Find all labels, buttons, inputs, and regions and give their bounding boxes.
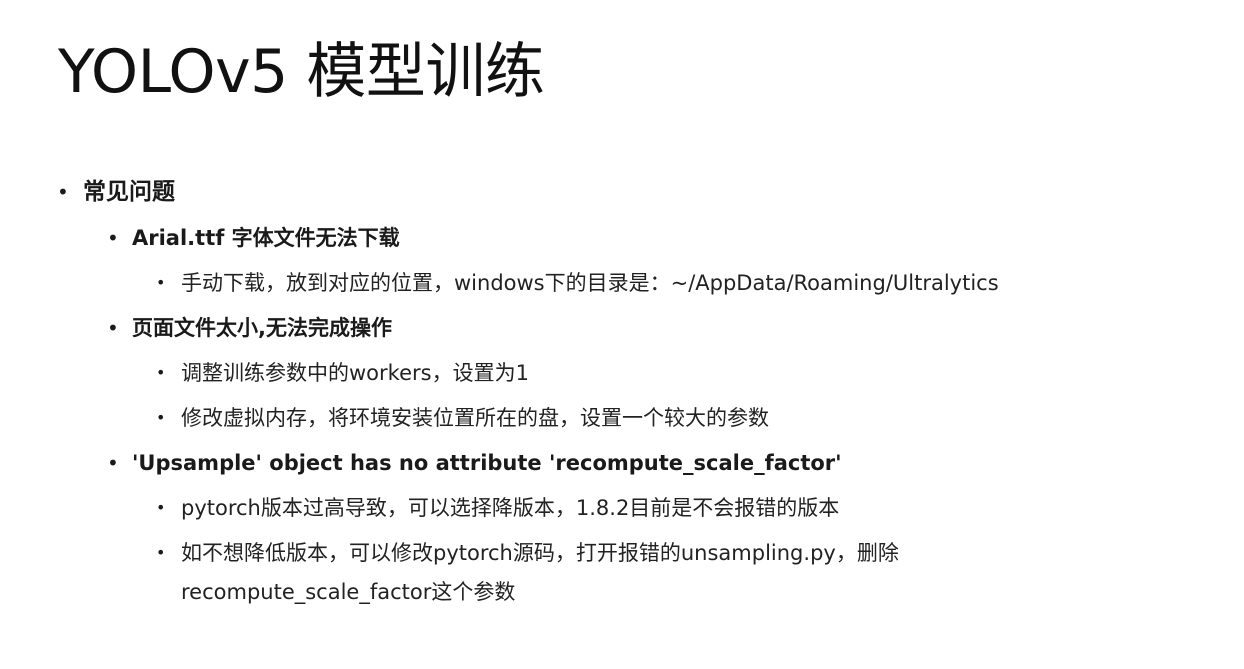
bullet-icon: •	[156, 543, 166, 562]
solution-text: 如不想降低版本，可以修改pytorch源码，打开报错的unsampling.py…	[181, 541, 899, 565]
bullet-icon: •	[107, 226, 119, 250]
solution-text: 修改虚拟内存，将环境安装位置所在的盘，设置一个较大的参数	[181, 406, 769, 430]
page-title: YOLOv5 模型训练	[58, 37, 545, 107]
bullet-icon: •	[57, 180, 69, 204]
solution-text: 调整训练参数中的workers，设置为1	[181, 361, 529, 385]
section-heading: 常见问题	[83, 179, 175, 205]
bullet-icon: •	[156, 498, 166, 517]
solution-text: 手动下载，放到对应的位置，windows下的目录是：~/AppData/Roam…	[181, 271, 999, 295]
bullet-icon: •	[107, 451, 119, 475]
solution-text: pytorch版本过高导致，可以选择降版本，1.8.2目前是不会报错的版本	[181, 496, 840, 520]
bullet-icon: •	[107, 316, 119, 340]
bullet-icon: •	[156, 408, 166, 427]
issue-title: Arial.ttf 字体文件无法下载	[132, 226, 400, 250]
issue-title: 页面文件太小,无法完成操作	[132, 316, 392, 340]
bullet-icon: •	[156, 363, 166, 382]
bullet-icon: •	[156, 273, 166, 292]
solution-text-continuation: recompute_scale_factor这个参数	[181, 580, 516, 604]
slide: YOLOv5 模型训练 • 常见问题 • Arial.ttf 字体文件无法下载 …	[0, 0, 1244, 669]
issue-title: 'Upsample' object has no attribute 'reco…	[132, 451, 842, 475]
